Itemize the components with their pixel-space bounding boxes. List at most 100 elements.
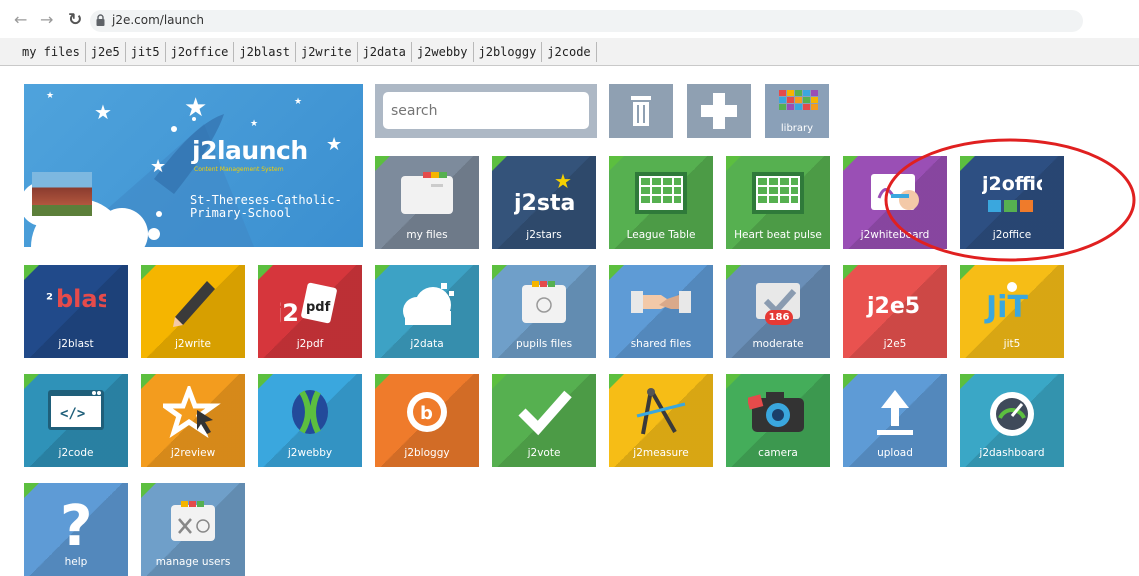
tile-label: j2code <box>58 447 94 459</box>
tile-heart-beat-pulse[interactable]: Heart beat pulse <box>726 156 830 249</box>
star-cursor-icon <box>163 386 221 438</box>
url-field[interactable]: j2e.com/launch <box>90 10 1083 32</box>
tile-label: my files <box>406 229 448 241</box>
tile-label: j2dashboard <box>979 447 1045 459</box>
tile-j2dashboard[interactable]: j2dashboard <box>960 374 1064 467</box>
tile-corner-marker <box>609 265 624 280</box>
tile-corner-marker <box>141 483 156 498</box>
tile-help[interactable]: ? help <box>24 483 128 576</box>
tile-j2webby[interactable]: j2webby <box>258 374 362 467</box>
tile-shared-files[interactable]: shared files <box>609 265 713 358</box>
school-photo <box>32 172 92 216</box>
tile-j2measure[interactable]: j2measure <box>609 374 713 467</box>
forward-arrow-icon[interactable]: → <box>40 10 53 30</box>
tile-league-table[interactable]: League Table <box>609 156 713 249</box>
tile-corner-marker <box>375 156 390 171</box>
checkmark-icon <box>518 390 572 436</box>
tile-corner-marker <box>24 483 39 498</box>
tile-j2write[interactable]: j2write <box>141 265 245 358</box>
url-text: j2e.com/launch <box>112 13 204 27</box>
search-panel <box>375 84 597 138</box>
bloggy-icon: b <box>407 392 447 432</box>
tile-corner-marker <box>375 265 390 280</box>
svg-text:blast: blast <box>56 285 106 313</box>
bookmark-j2data[interactable]: j2data <box>358 41 412 62</box>
tile-j2pdf[interactable]: j2pdfj2pdf <box>258 265 362 358</box>
table-icon <box>752 172 804 214</box>
tile-manage-users[interactable]: manage users <box>141 483 245 576</box>
tile-corner-marker <box>258 265 273 280</box>
bookmark-j2code[interactable]: j2code <box>542 41 597 62</box>
bookmark-jit5[interactable]: jit5 <box>126 41 166 62</box>
tile-pupils-files[interactable]: pupils files <box>492 265 596 358</box>
tile-j2data[interactable]: j2data <box>375 265 479 358</box>
j2e5-logo-icon: j2e5 <box>866 294 920 319</box>
back-arrow-icon[interactable]: ← <box>14 10 27 30</box>
svg-text:?: ? <box>60 495 92 547</box>
tile-label: j2webby <box>287 447 333 459</box>
tile-camera[interactable]: camera <box>726 374 830 467</box>
tile-j2code[interactable]: </> j2code <box>24 374 128 467</box>
tile-corner-marker <box>960 265 975 280</box>
trash-button[interactable] <box>609 84 673 138</box>
tile-j2e5[interactable]: j2e5 j2e5 <box>843 265 947 358</box>
tile-label: j2vote <box>527 447 561 459</box>
tile-j2review[interactable]: j2review <box>141 374 245 467</box>
svg-text:J²: J² <box>46 290 53 309</box>
svg-text:j2e5: j2e5 <box>866 294 920 319</box>
tile-corner-marker <box>726 156 741 171</box>
table-icon <box>635 172 687 214</box>
bookmark-j2e5[interactable]: j2e5 <box>86 41 126 62</box>
tile-label: j2measure <box>633 447 689 459</box>
search-input[interactable] <box>383 92 589 129</box>
bookmark-j2bloggy[interactable]: j2bloggy <box>474 41 543 62</box>
tile-label: help <box>64 556 88 568</box>
lock-icon <box>96 14 105 26</box>
bookmark-j2write[interactable]: j2write <box>296 41 358 62</box>
reload-icon[interactable]: ↻ <box>68 10 82 30</box>
code-icon: </> <box>48 390 104 430</box>
tile-corner-marker <box>843 265 858 280</box>
tile-label: j2e5 <box>883 338 907 350</box>
tile-moderate[interactable]: 186 moderate <box>726 265 830 358</box>
tile-corner-marker <box>24 265 39 280</box>
tile-upload[interactable]: upload <box>843 374 947 467</box>
app-subtitle: Content Management System <box>194 166 284 173</box>
tile-label: j2review <box>170 447 216 459</box>
tile-j2vote[interactable]: j2vote <box>492 374 596 467</box>
bookmark-j2office[interactable]: j2office <box>166 41 235 62</box>
upload-arrow-icon <box>877 390 913 435</box>
bookmark-j2webby[interactable]: j2webby <box>412 41 474 62</box>
webby-icon <box>292 390 328 434</box>
svg-text:★: ★ <box>554 169 572 193</box>
add-button[interactable] <box>687 84 751 138</box>
stars-icon: j2stars★ <box>514 169 574 216</box>
tile-label: League Table <box>626 229 696 241</box>
tile-jit5[interactable]: JiT jit5 <box>960 265 1064 358</box>
tile-label: j2write <box>175 338 211 350</box>
tile-j2blast[interactable]: J²blast j2blast <box>24 265 128 358</box>
folder-icon <box>401 172 453 214</box>
svg-text:</>: </> <box>60 406 85 422</box>
tile-label: shared files <box>630 338 692 350</box>
tile-j2stars[interactable]: j2stars★j2stars <box>492 156 596 249</box>
tile-label: pupils files <box>515 338 573 350</box>
svg-text:★: ★ <box>184 93 207 123</box>
bookmark-my-files[interactable]: my files <box>14 41 86 62</box>
handshake-icon <box>631 291 691 313</box>
school-name: St-Thereses-Catholic- Primary-School <box>190 194 350 220</box>
tile-label: j2blast <box>58 338 94 350</box>
tile-j2bloggy[interactable]: b j2bloggy <box>375 374 479 467</box>
tile-my-files[interactable]: my files <box>375 156 479 249</box>
svg-text:j2: j2 <box>280 299 299 327</box>
gauge-icon <box>990 392 1034 436</box>
tile-label: jit5 <box>1003 338 1021 350</box>
tile-label: j2bloggy <box>404 447 450 459</box>
svg-text:JiT: JiT <box>984 290 1028 325</box>
bookmark-j2blast[interactable]: j2blast <box>234 41 296 62</box>
app-title: j2launch <box>192 136 308 165</box>
svg-text:★: ★ <box>46 91 54 101</box>
tile-corner-marker <box>843 374 858 389</box>
library-button[interactable]: library <box>765 84 829 138</box>
tile-corner-marker <box>141 374 156 389</box>
